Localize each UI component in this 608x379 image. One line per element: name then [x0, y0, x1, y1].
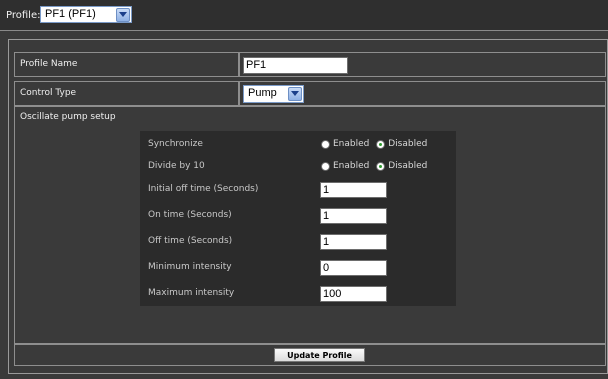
option-label: Enabled — [333, 139, 370, 149]
maximum-intensity-input[interactable]: 100 — [320, 286, 387, 302]
section-title: Oscillate pump setup — [20, 112, 116, 122]
radio-button-selected[interactable] — [376, 161, 386, 171]
on-time-label: On time (Seconds) — [148, 210, 232, 220]
submit-row: Update Profile — [14, 344, 606, 366]
control-type-select-value: Pump — [248, 87, 277, 99]
control-type-value-cell: Pump — [239, 81, 606, 106]
profile-select[interactable]: PF1 (PF1) — [40, 6, 132, 23]
off-time-row: Off time (Seconds) 1 — [140, 233, 456, 253]
option-label: Disabled — [388, 161, 428, 171]
minimum-intensity-input[interactable]: 0 — [320, 260, 387, 276]
divide-by-10-disabled-option[interactable]: Disabled — [376, 161, 427, 171]
radio-button[interactable] — [321, 139, 330, 149]
divide-by-10-enabled-option[interactable]: Enabled — [321, 161, 369, 171]
profile-form: Profile Name PF1 Control Type Pump Oscil… — [8, 39, 608, 374]
synchronize-label: Synchronize — [148, 139, 203, 149]
control-type-select[interactable]: Pump — [243, 85, 304, 103]
option-label: Disabled — [388, 139, 428, 149]
chevron-down-icon[interactable] — [116, 8, 130, 22]
option-label: Enabled — [333, 161, 370, 171]
profile-bar: Profile: PF1 (PF1) — [0, 0, 608, 31]
radio-button-selected[interactable] — [376, 139, 386, 149]
maximum-intensity-label: Maximum intensity — [148, 288, 235, 298]
profile-name-row: Profile Name — [14, 52, 239, 77]
minimum-intensity-label: Minimum intensity — [148, 262, 232, 272]
profile-name-value-cell: PF1 — [239, 52, 606, 77]
profile-label: Profile: — [6, 10, 41, 21]
control-type-row: Control Type — [14, 81, 239, 106]
initial-off-time-input[interactable]: 1 — [320, 182, 387, 198]
oscillate-panel: Synchronize Enabled Disabled Divide by 1… — [140, 131, 456, 306]
profile-name-label: Profile Name — [20, 59, 78, 69]
synchronize-radio-group: Enabled Disabled — [321, 139, 431, 152]
chevron-down-icon[interactable] — [288, 87, 302, 101]
off-time-input[interactable]: 1 — [320, 234, 387, 250]
radio-button[interactable] — [321, 161, 330, 171]
synchronize-disabled-option[interactable]: Disabled — [376, 139, 427, 149]
divide-by-10-radio-group: Enabled Disabled — [321, 161, 431, 174]
update-profile-button[interactable]: Update Profile — [274, 348, 365, 362]
on-time-row: On time (Seconds) 1 — [140, 207, 456, 227]
initial-off-time-label: Initial off time (Seconds) — [148, 184, 259, 194]
maximum-intensity-row: Maximum intensity 100 — [140, 285, 456, 305]
synchronize-enabled-option[interactable]: Enabled — [321, 139, 369, 149]
initial-off-time-row: Initial off time (Seconds) 1 — [140, 181, 456, 201]
off-time-label: Off time (Seconds) — [148, 236, 233, 246]
control-type-label: Control Type — [20, 88, 77, 98]
divide-by-10-label: Divide by 10 — [148, 161, 205, 171]
divide-by-10-row: Divide by 10 Enabled Disabled — [140, 158, 456, 178]
profile-name-input[interactable]: PF1 — [243, 57, 348, 74]
profile-select-value: PF1 (PF1) — [45, 8, 96, 20]
synchronize-row: Synchronize Enabled Disabled — [140, 136, 456, 156]
minimum-intensity-row: Minimum intensity 0 — [140, 259, 456, 279]
on-time-input[interactable]: 1 — [320, 208, 387, 224]
